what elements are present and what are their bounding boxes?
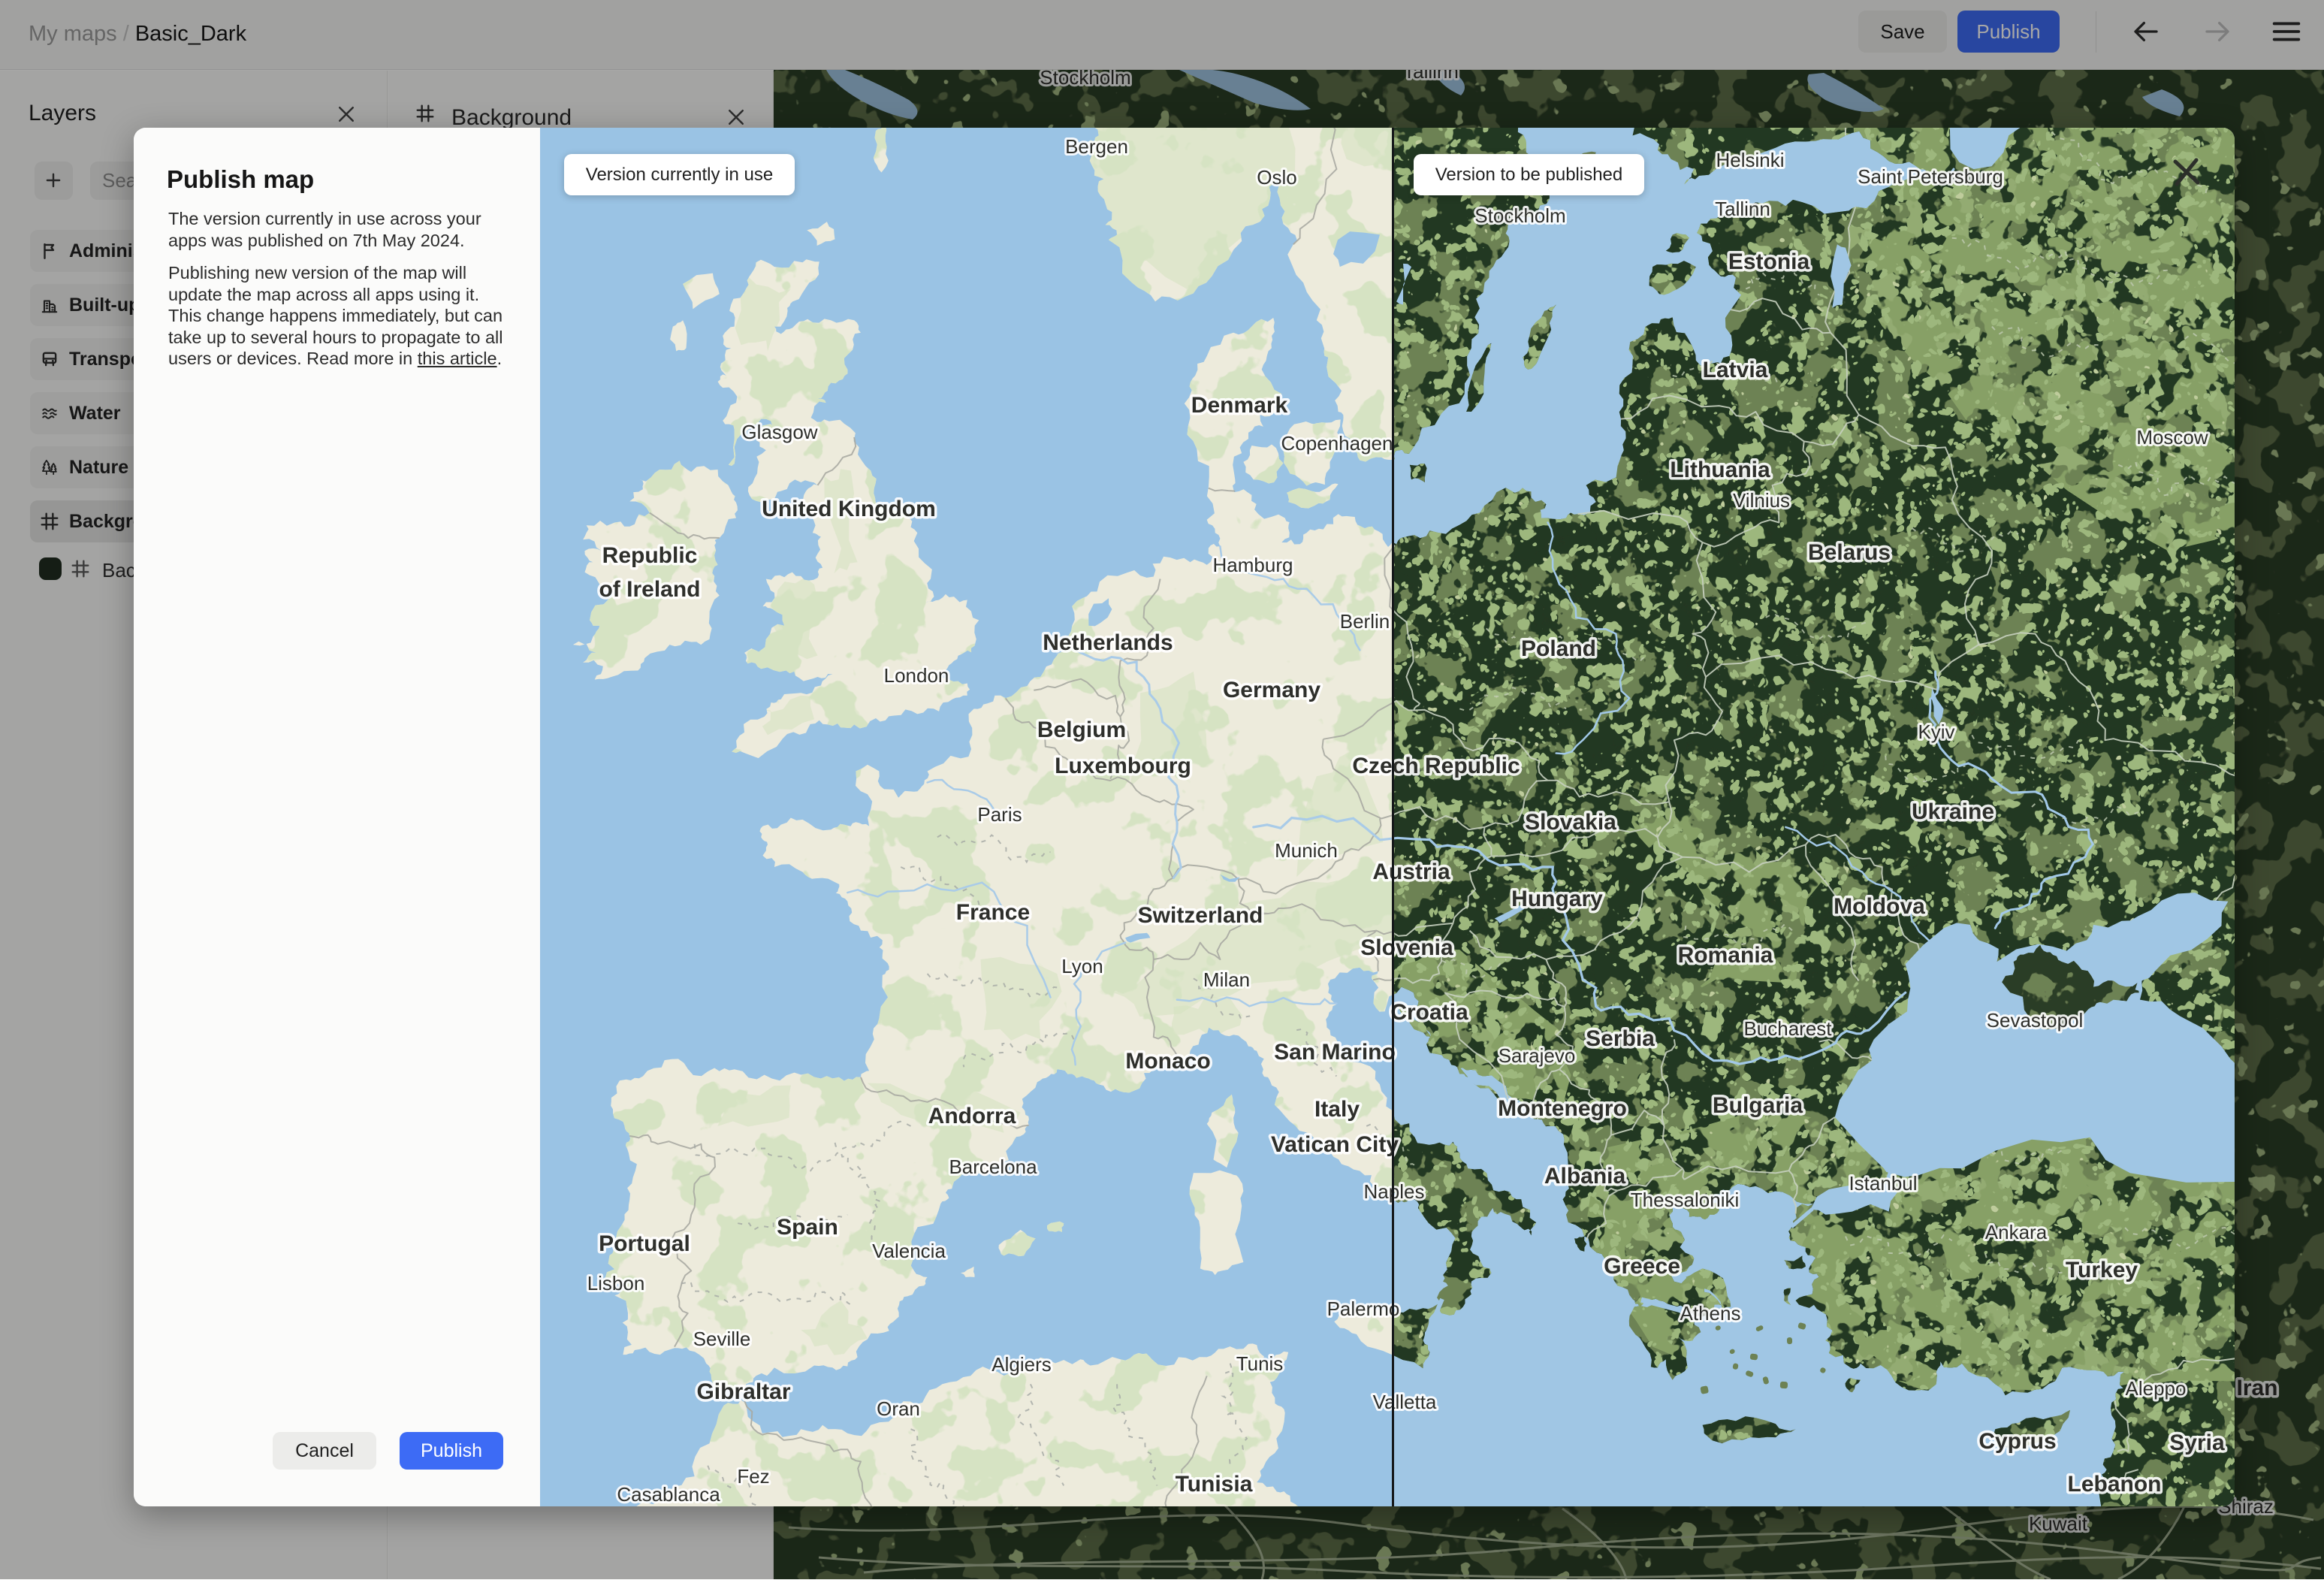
svg-text:Italy: Italy [1314, 1097, 1360, 1122]
svg-text:Milan: Milan [1203, 968, 1250, 991]
svg-text:Seville: Seville [693, 1328, 751, 1350]
svg-text:Valletta: Valletta [1373, 1391, 1437, 1413]
svg-text:Denmark: Denmark [1191, 393, 1288, 418]
svg-text:Moldova: Moldova [1834, 894, 1925, 919]
svg-text:Bergen: Bergen [1065, 135, 1128, 158]
svg-text:of Ireland: of Ireland [599, 577, 700, 602]
svg-text:Barcelona: Barcelona [949, 1156, 1037, 1178]
svg-text:Netherlands: Netherlands [1043, 630, 1173, 655]
svg-text:Tunisia: Tunisia [1176, 1472, 1253, 1497]
svg-text:Cyprus: Cyprus [1978, 1429, 2056, 1454]
svg-text:Latvia: Latvia [1703, 358, 1768, 382]
svg-text:Lisbon: Lisbon [587, 1272, 645, 1294]
svg-text:Istanbul: Istanbul [1849, 1172, 1917, 1195]
svg-text:Austria: Austria [1372, 859, 1450, 884]
svg-text:Andorra: Andorra [928, 1104, 1016, 1128]
svg-text:Portugal: Portugal [599, 1231, 690, 1256]
svg-text:Syria: Syria [2169, 1430, 2225, 1455]
svg-text:Thessaloniki: Thessaloniki [1631, 1189, 1740, 1211]
svg-text:Vilnius: Vilnius [1733, 489, 1790, 512]
svg-text:Moscow: Moscow [2136, 426, 2208, 449]
svg-text:Belarus: Belarus [1808, 540, 1891, 565]
svg-text:London: London [884, 664, 949, 687]
svg-text:Valencia: Valencia [872, 1240, 946, 1262]
svg-text:Monaco: Monaco [1125, 1049, 1210, 1074]
svg-text:Tunis: Tunis [1236, 1352, 1284, 1375]
svg-text:Gibraltar: Gibraltar [696, 1379, 790, 1404]
svg-text:Kyiv: Kyiv [1918, 721, 1954, 743]
svg-text:Croatia: Croatia [1390, 1000, 1468, 1025]
svg-text:Glasgow: Glasgow [741, 421, 817, 443]
svg-text:Luxembourg: Luxembourg [1055, 754, 1191, 778]
svg-text:Poland: Poland [1521, 636, 1596, 661]
svg-text:United Kingdom: United Kingdom [762, 497, 936, 521]
svg-text:Munich: Munich [1275, 839, 1338, 862]
svg-text:Ukraine: Ukraine [1912, 799, 1994, 824]
svg-text:Paris: Paris [977, 803, 1022, 826]
svg-text:Czech Republic: Czech Republic [1352, 754, 1520, 778]
svg-text:Romania: Romania [1678, 943, 1773, 968]
svg-text:Vatican City: Vatican City [1271, 1132, 1399, 1157]
svg-text:Montenegro: Montenegro [1498, 1096, 1627, 1121]
svg-text:Turkey: Turkey [2066, 1258, 2138, 1282]
svg-text:Oran: Oran [877, 1397, 920, 1420]
svg-text:Albania: Albania [1544, 1164, 1626, 1189]
svg-text:San Marino: San Marino [1274, 1040, 1396, 1065]
svg-text:Sarajevo: Sarajevo [1499, 1044, 1576, 1067]
svg-text:Bulgaria: Bulgaria [1713, 1093, 1803, 1118]
svg-text:Germany: Germany [1223, 678, 1320, 702]
svg-text:Serbia: Serbia [1586, 1026, 1655, 1051]
svg-text:Casablanca: Casablanca [617, 1483, 720, 1506]
svg-text:Sevastopol: Sevastopol [1987, 1009, 2084, 1032]
svg-text:Bucharest: Bucharest [1743, 1017, 1832, 1040]
svg-text:Tallinn: Tallinn [1715, 198, 1770, 220]
svg-text:Oslo: Oslo [1257, 166, 1296, 189]
svg-text:Slovenia: Slovenia [1360, 935, 1453, 960]
svg-text:France: France [956, 900, 1030, 925]
svg-text:Republic: Republic [602, 543, 698, 568]
svg-text:Helsinki: Helsinki [1716, 149, 1784, 171]
svg-text:Ankara: Ankara [1985, 1221, 2048, 1243]
svg-text:Algiers: Algiers [991, 1353, 1051, 1376]
svg-text:Lyon: Lyon [1061, 955, 1103, 977]
svg-text:Slovakia: Slovakia [1525, 810, 1616, 835]
svg-text:Berlin: Berlin [1340, 610, 1390, 633]
svg-text:Lebanon: Lebanon [2068, 1472, 2162, 1497]
svg-text:Copenhagen: Copenhagen [1281, 432, 1393, 455]
svg-text:Estonia: Estonia [1728, 249, 1810, 274]
svg-text:Saint Petersburg: Saint Petersburg [1858, 165, 2003, 188]
svg-text:Hungary: Hungary [1511, 887, 1603, 911]
svg-text:Hamburg: Hamburg [1213, 554, 1293, 576]
svg-text:Belgium: Belgium [1037, 717, 1126, 742]
svg-text:Lithuania: Lithuania [1670, 458, 1770, 482]
svg-text:Greece: Greece [1604, 1254, 1680, 1279]
svg-text:Stockholm: Stockholm [1474, 204, 1565, 227]
svg-text:Palermo: Palermo [1327, 1298, 1400, 1320]
svg-text:Athens: Athens [1680, 1302, 1741, 1325]
svg-text:Aleppo: Aleppo [2126, 1377, 2187, 1400]
svg-text:Spain: Spain [777, 1215, 838, 1240]
svg-text:Switzerland: Switzerland [1138, 903, 1263, 928]
svg-text:Fez: Fez [737, 1465, 769, 1488]
